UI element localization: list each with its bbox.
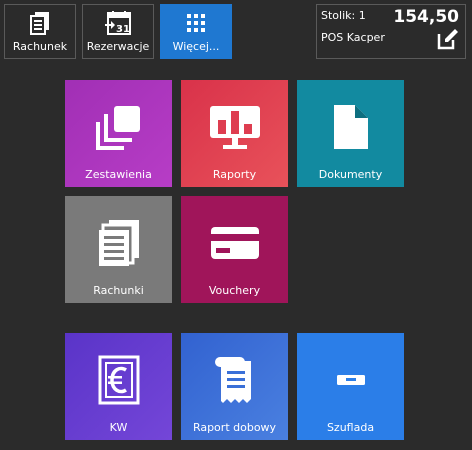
zestawienia-tile[interactable]: Zestawienia	[65, 80, 172, 187]
raport-dobowy-tile[interactable]: Raport dobowy	[181, 333, 288, 440]
wiecej-label: Więcej...	[172, 40, 220, 53]
receipts-icon	[65, 218, 172, 268]
rachunek-label: Rachunek	[12, 40, 68, 53]
grid-dots-icon	[185, 11, 207, 35]
euro-document-icon	[65, 355, 172, 405]
pos-name: POS Kacper	[321, 31, 385, 44]
rachunek-button[interactable]: Rachunek	[4, 4, 76, 59]
vouchery-tile[interactable]: Vouchery	[181, 196, 288, 303]
szuflada-label: Szuflada	[326, 421, 375, 434]
monitor-chart-icon	[181, 102, 288, 152]
kw-tile[interactable]: KW	[65, 333, 172, 440]
wiecej-button[interactable]: Więcej...	[160, 4, 232, 59]
edit-icon[interactable]	[437, 28, 459, 54]
layers-icon	[65, 102, 172, 152]
drawer-icon	[297, 355, 404, 405]
total-amount: 154,50	[393, 7, 459, 27]
dokumenty-label: Dokumenty	[318, 168, 383, 181]
receipt-roll-icon	[181, 355, 288, 405]
vouchery-label: Vouchery	[208, 284, 261, 297]
rezerwacje-button[interactable]: 31 Rezerwacje	[82, 4, 154, 59]
raporty-label: Raporty	[212, 168, 257, 181]
raport-dobowy-label: Raport dobowy	[192, 421, 277, 434]
zestawienia-label: Zestawienia	[85, 168, 152, 181]
table-number: Stolik: 1	[321, 9, 366, 22]
rachunki-label: Rachunki	[93, 284, 144, 297]
rezerwacje-label: Rezerwacje	[86, 40, 150, 53]
raporty-tile[interactable]: Raporty	[181, 80, 288, 187]
calendar-day: 31	[116, 24, 130, 35]
credit-card-icon	[181, 218, 288, 268]
calendar-icon: 31	[105, 11, 131, 35]
document-icon	[297, 102, 404, 152]
dokumenty-tile[interactable]: Dokumenty	[297, 80, 404, 187]
rachunki-tile[interactable]: Rachunki	[65, 196, 172, 303]
szuflada-tile[interactable]: Szuflada	[297, 333, 404, 440]
kw-label: KW	[109, 421, 128, 434]
table-info-panel: Stolik: 1 POS Kacper 154,50	[316, 4, 466, 59]
receipt-icon	[30, 11, 50, 35]
